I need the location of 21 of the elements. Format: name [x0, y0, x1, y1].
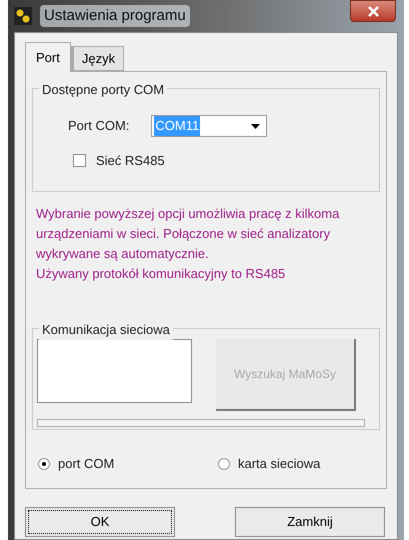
- field-label: Port COM:: [68, 117, 130, 136]
- checkbox-label: Sieć RS485: [96, 152, 165, 170]
- window-title: Ustawienia programu: [40, 4, 190, 28]
- radio-button[interactable]: [38, 458, 50, 470]
- info-text: Używany protokół komunikacyjny to RS485: [36, 265, 286, 283]
- close-icon: [368, 6, 378, 16]
- checkbox[interactable]: [73, 154, 86, 168]
- radio-label: karta sieciowa: [238, 455, 320, 473]
- dialog-button[interactable]: Zamknij: [235, 507, 385, 537]
- info-text: urządzeniami w sieci. Połączone w sieć analizatory: [36, 225, 332, 243]
- close-button[interactable]: [350, 0, 396, 22]
- tab[interactable]: Język: [70, 46, 124, 71]
- radio-label: port COM: [58, 455, 114, 473]
- info-text: Wybranie powyższej opcji umożliwia pracę z kilkoma: [36, 205, 340, 223]
- radio-button[interactable]: [218, 458, 230, 470]
- dialog-button[interactable]: OK: [25, 507, 175, 537]
- tab[interactable]: Port: [25, 42, 71, 72]
- device-list[interactable]: [37, 339, 192, 403]
- info-text: wykrywane są automatycznie.: [36, 245, 210, 263]
- dropdown-arrow-icon: [251, 124, 260, 128]
- app-icon: [14, 7, 32, 25]
